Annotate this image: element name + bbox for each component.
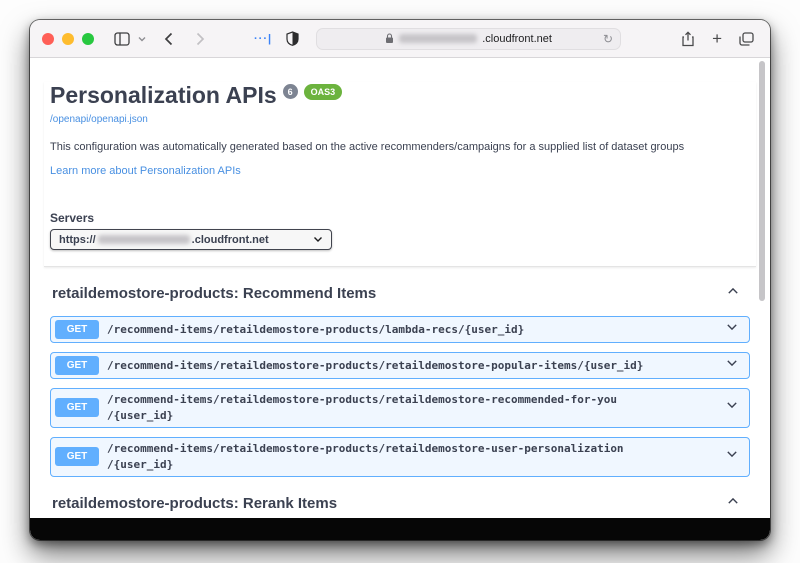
operation-row[interactable]: GET/recommend-items/retaildemostore-prod…	[50, 388, 750, 428]
desktop-background: ···| .cloudfront.net ↻ + Personalization…	[0, 0, 800, 563]
address-domain-suffix: .cloudfront.net	[482, 32, 552, 45]
share-button[interactable]	[676, 28, 700, 50]
section-header[interactable]: retaildemostore-products: Rerank Items	[50, 490, 750, 517]
learn-more-link[interactable]: Learn more about Personalization APIs	[50, 165, 241, 177]
back-button[interactable]	[156, 28, 180, 50]
web-page-content: Personalization APIs 6 OAS3 /openapi/ope…	[30, 58, 770, 517]
oas3-badge: OAS3	[303, 84, 343, 100]
extension-dots-icon[interactable]: ···|	[254, 33, 272, 45]
refresh-icon[interactable]: ↻	[603, 32, 613, 46]
address-bar[interactable]: .cloudfront.net ↻	[316, 27, 622, 50]
page-title: Personalization APIs 6 OAS3	[50, 82, 750, 109]
clipped-capture-strip	[30, 518, 770, 540]
window-controls	[42, 32, 94, 45]
method-badge: GET	[55, 320, 99, 339]
chevron-up-icon	[728, 497, 738, 504]
chevron-right-icon	[196, 32, 204, 45]
close-window-button[interactable]	[42, 32, 54, 45]
server-url-prefix: https://	[59, 233, 96, 246]
method-badge: GET	[55, 447, 99, 467]
privacy-shield-icon[interactable]	[280, 28, 304, 50]
servers-select[interactable]: https:// .cloudfront.net	[50, 229, 332, 250]
select-chevron-icon	[313, 234, 323, 246]
sidebar-icon	[114, 31, 130, 46]
tab-overview-button[interactable]	[734, 28, 758, 50]
browser-toolbar: ···| .cloudfront.net ↻ +	[30, 20, 770, 58]
api-sections: retaildemostore-products: Recommend Item…	[50, 280, 750, 517]
servers-block: Servers https:// .cloudfront.net	[50, 211, 750, 250]
chevron-down-icon	[727, 360, 737, 367]
redacted-server-host	[97, 235, 190, 244]
operation-row[interactable]: GET/recommend-items/retaildemostore-prod…	[50, 436, 750, 477]
section-title: retaildemostore-products: Rerank Items	[52, 494, 338, 512]
operation-path: /recommend-items/retaildemostore-product…	[107, 358, 644, 372]
toolbar-right-actions: +	[676, 28, 758, 50]
new-tab-button[interactable]: +	[712, 30, 722, 47]
method-badge: GET	[55, 356, 99, 375]
redacted-domain	[399, 34, 478, 43]
sidebar-menu-chevron[interactable]	[136, 28, 148, 50]
operation-row[interactable]: GET/recommend-items/retaildemostore-prod…	[50, 352, 750, 379]
zoom-window-button[interactable]	[82, 32, 94, 45]
chevron-up-icon	[728, 287, 738, 294]
page-scrollbar-thumb[interactable]	[759, 61, 765, 301]
share-icon	[682, 30, 694, 46]
chevron-down-icon	[138, 36, 146, 41]
servers-label: Servers	[50, 211, 95, 225]
forward-button[interactable]	[188, 28, 212, 50]
tabs-overview-icon	[738, 31, 754, 46]
server-url-suffix: .cloudfront.net	[191, 233, 269, 246]
lock-icon	[386, 33, 394, 43]
safari-window: ···| .cloudfront.net ↻ + Personalization…	[30, 20, 770, 540]
chevron-down-icon	[727, 402, 737, 409]
scheme-container: Personalization APIs 6 OAS3 /openapi/ope…	[44, 82, 756, 267]
shield-icon	[285, 31, 299, 46]
minimize-window-button[interactable]	[62, 32, 74, 45]
chevron-down-icon	[727, 324, 737, 331]
section-header[interactable]: retaildemostore-products: Recommend Item…	[50, 280, 750, 307]
method-badge: GET	[55, 398, 99, 418]
operations-list: GET/recommend-items/retaildemostore-prod…	[50, 316, 750, 477]
chevron-left-icon	[164, 32, 172, 45]
operation-path: /recommend-items/retaildemostore-product…	[107, 393, 617, 422]
operation-row[interactable]: GET/recommend-items/retaildemostore-prod…	[50, 316, 750, 343]
openapi-spec-link[interactable]: /openapi/openapi.json	[50, 114, 148, 125]
version-badge: 6	[282, 84, 298, 99]
operation-path: /recommend-items/retaildemostore-product…	[107, 441, 624, 471]
api-description: This configuration was automatically gen…	[50, 141, 685, 153]
section-title: retaildemostore-products: Recommend Item…	[52, 285, 377, 302]
chevron-down-icon	[727, 451, 737, 458]
operation-path: /recommend-items/retaildemostore-product…	[107, 322, 525, 336]
api-title-text: Personalization APIs	[50, 82, 277, 108]
sidebar-toggle-button[interactable]	[110, 28, 134, 50]
